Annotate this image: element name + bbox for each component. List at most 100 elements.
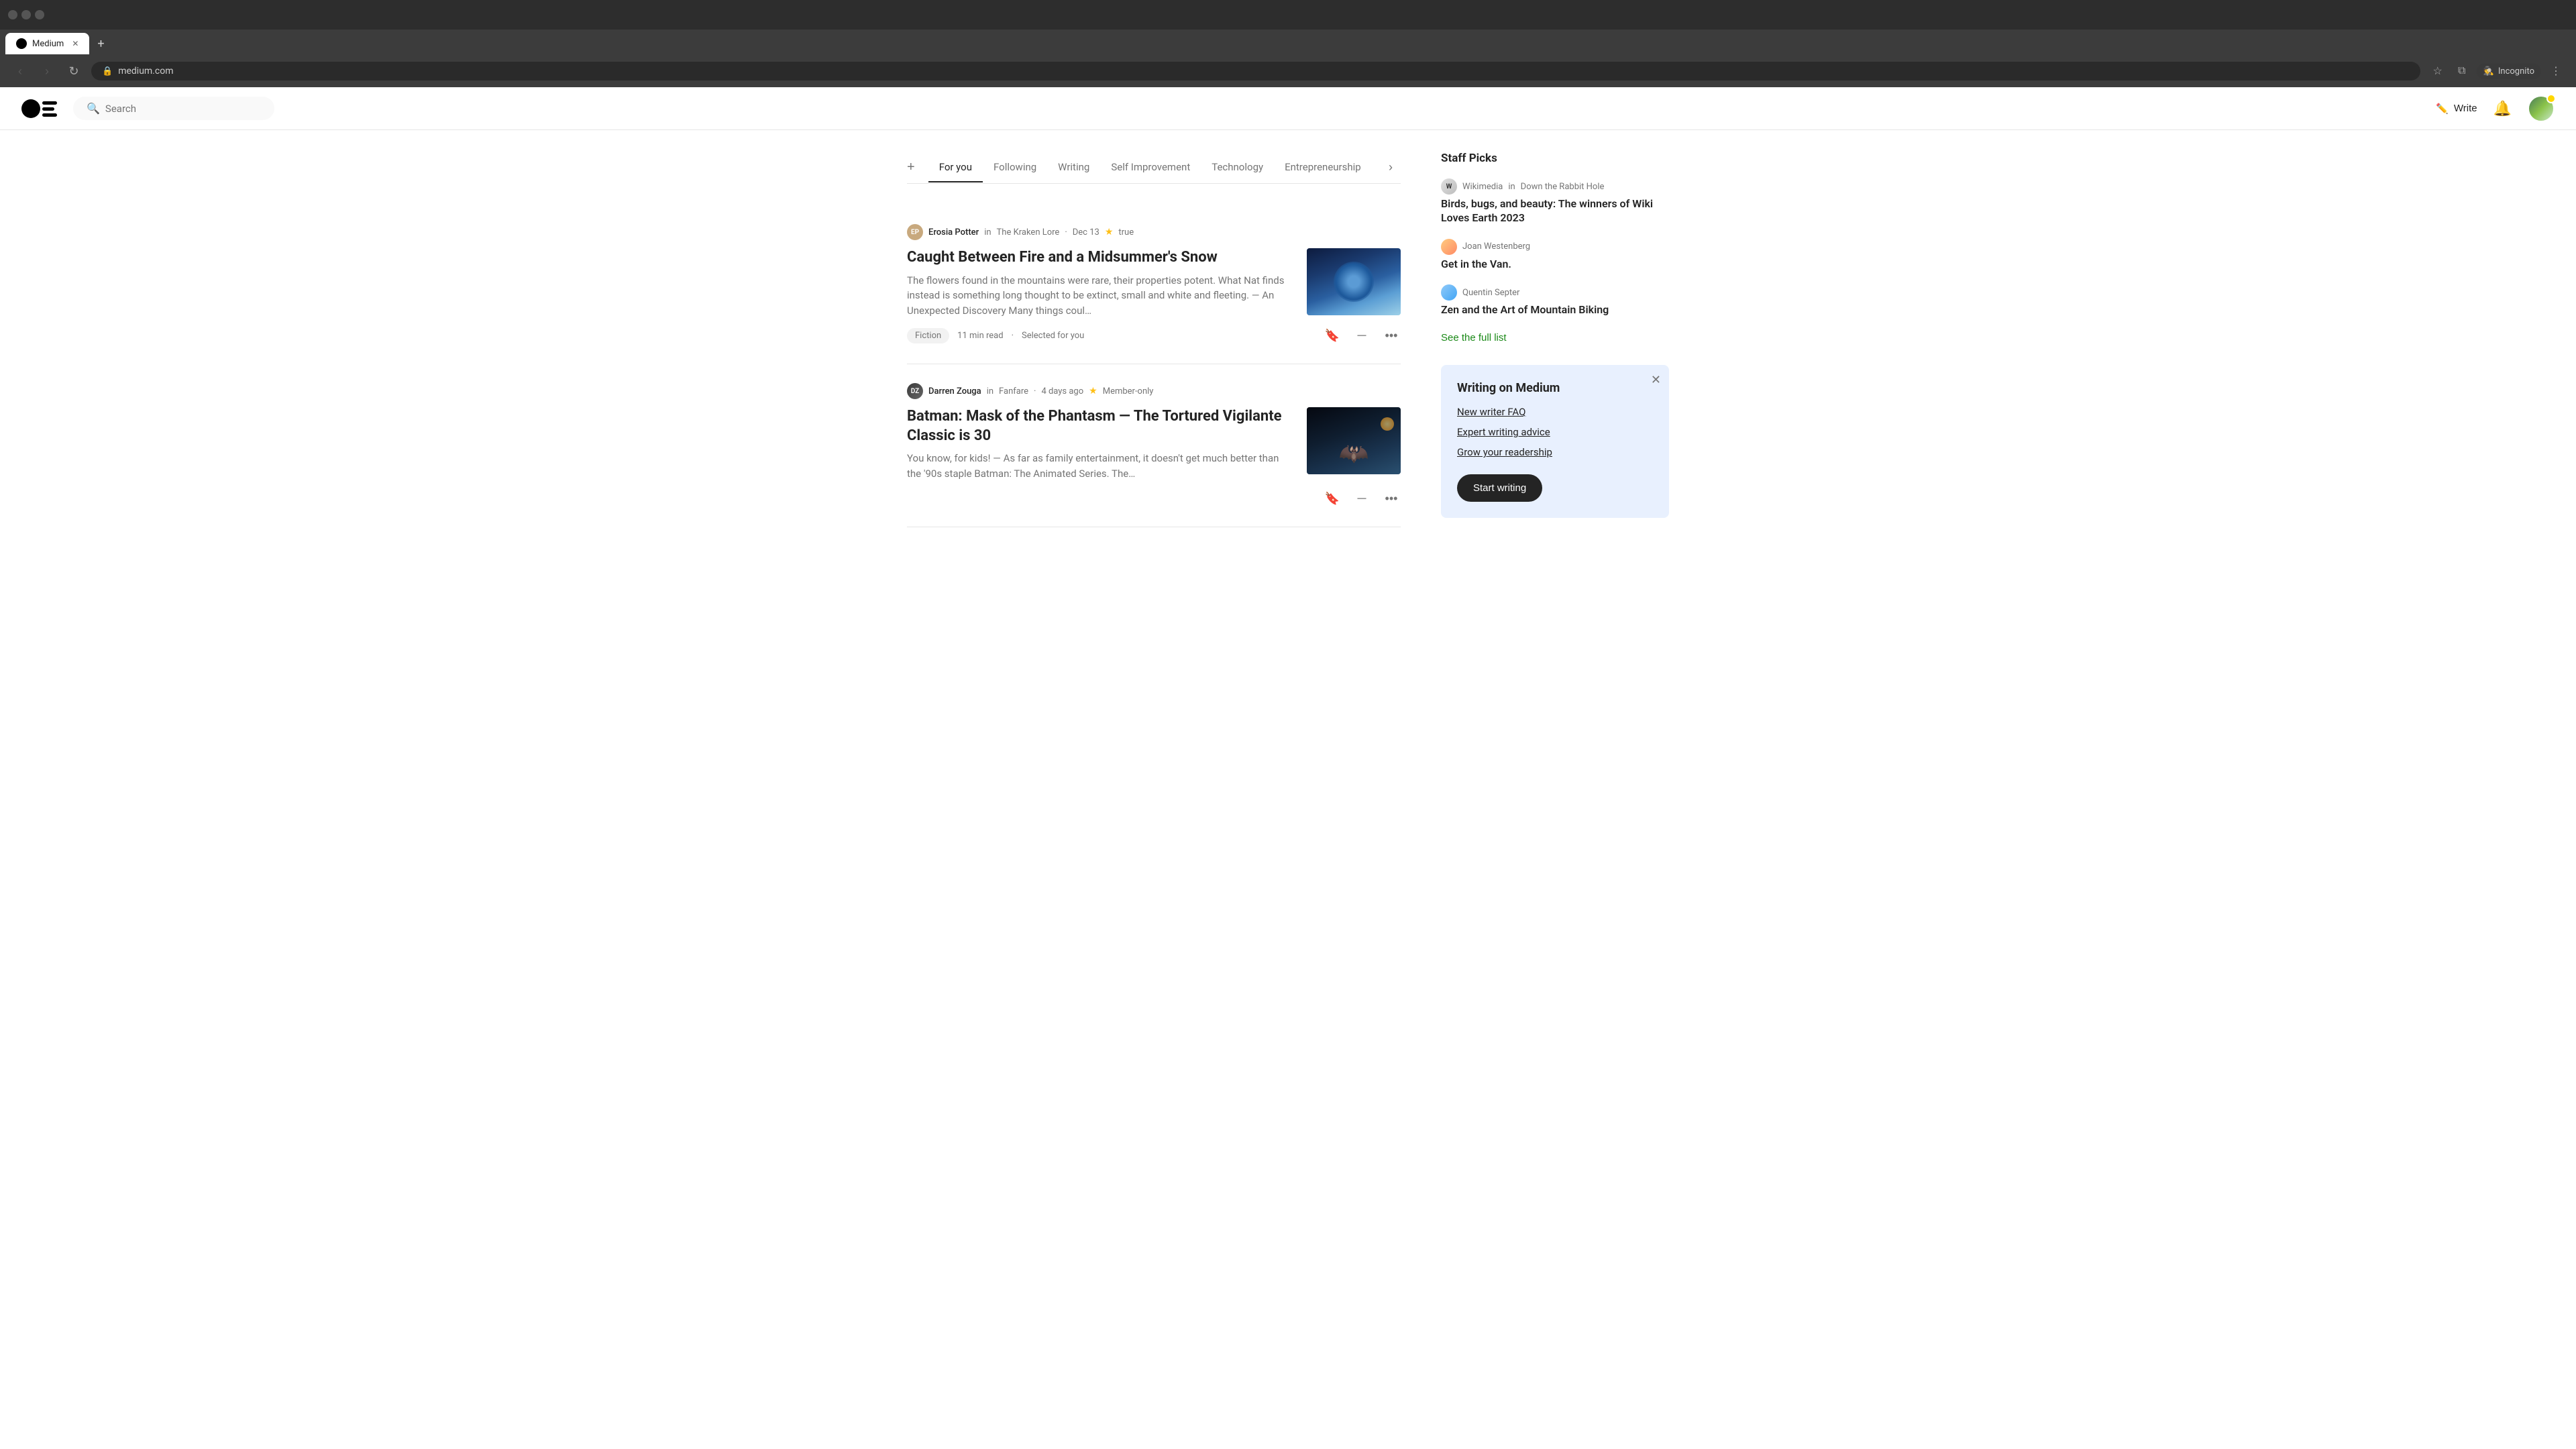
article-card: EP Erosia Potter in The Kraken Lore · De… [907,205,1401,364]
tab-writing[interactable]: Writing [1047,153,1100,182]
tab-favicon [16,38,27,49]
incognito-icon: 🕵 [2483,66,2494,76]
writing-card-link-3[interactable]: Grow your readership [1457,446,1653,458]
close-button[interactable] [35,10,44,19]
tab-entrepreneurship[interactable]: Entrepreneurship [1274,153,1372,182]
more-options-button[interactable]: ••• [1382,326,1401,345]
user-avatar-wrap[interactable] [2528,95,2555,122]
member-label: true [1118,227,1134,237]
menu-button[interactable]: ⋮ [2546,62,2565,80]
tab-close-icon[interactable]: ✕ [72,39,78,48]
article-thumbnail[interactable] [1307,248,1401,315]
minimize-button[interactable] [8,10,17,19]
author-name[interactable]: Erosia Potter [928,227,979,237]
tab-for-you[interactable]: For you [928,153,983,182]
logo-bars-group [42,101,57,117]
article-actions: 🔖 － ••• [1323,326,1401,345]
tab-bar: Medium ✕ + [0,30,2576,55]
staff-pick-item[interactable]: Joan Westenberg Get in the Van. [1441,239,1669,272]
avatar-badge [2546,94,2556,103]
tab-technology[interactable]: Technology [1201,153,1274,182]
article-content: Batman: Mask of the Phantasm — The Tortu… [907,407,1401,481]
article-actions: 🔖 － ••• [1323,489,1401,508]
header-right: ✏️ Write 🔔 [2436,95,2555,122]
writing-card-close-button[interactable]: ✕ [1651,373,1661,387]
tab-title: Medium [32,39,64,49]
article-card: DZ Darren Zouga in Fanfare · 4 days ago … [907,364,1401,527]
search-box[interactable]: 🔍 Search [73,97,274,120]
reload-button[interactable]: ↻ [64,62,83,80]
article-tag[interactable]: Fiction [907,328,949,343]
browser-toolbar: ☆ ⧉ 🕵 Incognito ⋮ [2428,62,2565,80]
main-layout: + For you Following Writing Self Improve… [885,130,1690,549]
window-controls [8,10,44,19]
author-name[interactable]: Darren Zouga [928,386,981,396]
tab-self-improvement[interactable]: Self Improvement [1100,153,1201,182]
hide-article-button[interactable]: － [1352,326,1371,345]
search-placeholder: Search [105,103,136,115]
member-badge: ★ [1089,386,1097,396]
search-icon: 🔍 [87,102,100,115]
forward-button[interactable]: › [38,62,56,80]
write-icon: ✏️ [2436,103,2449,115]
writing-card-link-1[interactable]: New writer FAQ [1457,406,1653,418]
add-topic-button[interactable]: + [907,152,923,183]
logo-bar-2 [42,107,54,111]
maximize-button[interactable] [21,10,31,19]
article-publication[interactable]: Fanfare [999,386,1028,396]
staff-author-avatar [1441,239,1457,255]
staff-pick-item[interactable]: W Wikimedia in Down the Rabbit Hole Bird… [1441,178,1669,225]
article-text: Caught Between Fire and a Midsummer's Sn… [907,248,1291,318]
staff-author-avatar: W [1441,178,1457,195]
bookmark-button[interactable]: ☆ [2428,62,2447,80]
selected-label: Selected for you [1022,331,1084,341]
incognito-label: Incognito [2498,66,2534,76]
staff-pick-author: Joan Westenberg [1441,239,1669,255]
bookmark-article-button[interactable]: 🔖 [1323,326,1342,345]
writing-card-link-2[interactable]: Expert writing advice [1457,426,1653,438]
bookmark-article-button[interactable]: 🔖 [1323,489,1342,508]
article-title[interactable]: Caught Between Fire and a Midsummer's Sn… [907,248,1291,268]
back-button[interactable]: ‹ [11,62,30,80]
logo-bar-1 [42,101,57,105]
staff-pick-title: Birds, bugs, and beauty: The winners of … [1441,197,1669,225]
notification-button[interactable]: 🔔 [2493,100,2512,117]
new-tab-button[interactable]: + [92,37,109,51]
hide-article-button[interactable]: － [1352,489,1371,508]
article-title[interactable]: Batman: Mask of the Phantasm — The Tortu… [907,407,1291,445]
article-thumbnail[interactable]: 🦇 [1307,407,1401,474]
write-button[interactable]: ✏️ Write [2436,103,2477,115]
article-text: Batman: Mask of the Phantasm — The Tortu… [907,407,1291,481]
staff-picks-section: Staff Picks W Wikimedia in Down the Rabb… [1441,152,1669,343]
article-publication[interactable]: The Kraken Lore [997,227,1060,237]
sidebar-column: Staff Picks W Wikimedia in Down the Rabb… [1441,152,1669,527]
staff-pick-item[interactable]: Quentin Septer Zen and the Art of Mounta… [1441,284,1669,317]
author-avatar: EP [907,224,923,240]
article-meta: EP Erosia Potter in The Kraken Lore · De… [907,224,1401,240]
staff-author-publication: Down the Rabbit Hole [1521,182,1605,192]
article-content: Caught Between Fire and a Midsummer's Sn… [907,248,1401,318]
feed-column: + For you Following Writing Self Improve… [907,152,1401,527]
author-avatar: DZ [907,383,923,399]
medium-logo[interactable] [21,99,57,118]
logo-circle [21,99,40,118]
see-full-list-button[interactable]: See the full list [1441,332,1507,343]
medium-header: 🔍 Search ✏️ Write 🔔 [0,87,2576,130]
staff-pick-title: Get in the Van. [1441,258,1669,272]
staff-pick-title: Zen and the Art of Mountain Biking [1441,303,1669,317]
article-footer: Fiction 11 min read · Selected for you 🔖… [907,326,1401,345]
tab-following[interactable]: Following [983,153,1047,182]
tabs-scroll-right[interactable]: › [1381,152,1401,182]
start-writing-button[interactable]: Start writing [1457,474,1542,502]
extension-button[interactable]: ⧉ [2453,62,2471,80]
article-excerpt: You know, for kids! — As far as family e… [907,451,1291,481]
staff-author-avatar [1441,284,1457,301]
secure-icon: 🔒 [102,66,113,76]
url-bar[interactable]: 🔒 medium.com [91,62,2420,80]
logo-bar-3 [42,113,57,117]
more-options-button[interactable]: ••• [1382,489,1401,508]
incognito-badge: 🕵 Incognito [2477,64,2541,79]
active-tab[interactable]: Medium ✕ [5,33,89,54]
staff-author-name: Joan Westenberg [1462,241,1530,252]
article-footer: 🔖 － ••• [907,489,1401,508]
